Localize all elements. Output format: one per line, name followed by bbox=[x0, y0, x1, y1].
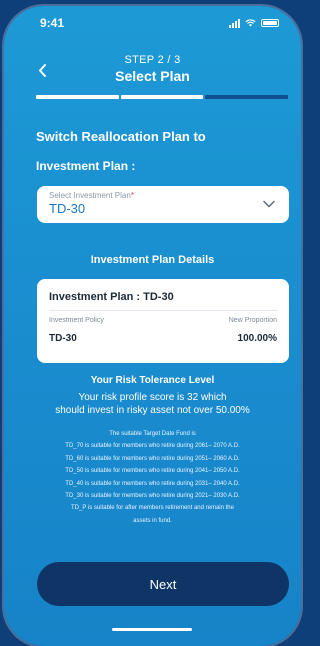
signal-icon bbox=[229, 18, 240, 28]
plan-label: Investment Plan : bbox=[36, 159, 136, 173]
step-indicator: STEP 2 / 3 bbox=[124, 54, 181, 66]
phone-screen: 9:41 STEP 2 / 3 Select Plan Switch Reall… bbox=[4, 6, 301, 646]
status-icons bbox=[229, 18, 279, 28]
plan-details-card: Investment Plan : TD-30 Investment Polic… bbox=[37, 279, 289, 363]
fund-info-line: The suitable Target Date Fund is bbox=[109, 431, 196, 437]
select-placeholder: Select Investment Plan* bbox=[49, 191, 277, 200]
proportion-value: 100.00% bbox=[237, 333, 277, 344]
fund-info-line: TD_30 is suitable for members who retire… bbox=[65, 493, 240, 500]
header: STEP 2 / 3 Select Plan bbox=[4, 54, 301, 84]
progress-step-1 bbox=[36, 95, 119, 99]
target-date-fund-info: The suitable Target Date Fund is TD_70 i… bbox=[14, 428, 291, 527]
status-bar: 9:41 bbox=[4, 6, 301, 40]
fund-info-line: TD_60 is suitable for members who retire… bbox=[65, 455, 240, 462]
chevron-down-icon bbox=[263, 200, 275, 208]
battery-icon bbox=[261, 19, 279, 27]
select-placeholder-text: Select Investment Plan bbox=[49, 191, 131, 200]
col-proportion: New Proportion bbox=[228, 317, 277, 324]
card-column-headers: Investment Policy New Proportion bbox=[49, 317, 277, 324]
risk-line-2: should invest in risky asset not over 50… bbox=[55, 405, 250, 416]
policy-value: TD-30 bbox=[49, 333, 77, 344]
col-policy: Investment Policy bbox=[49, 317, 104, 324]
fund-info-line: assets in fund. bbox=[133, 517, 172, 524]
progress-bar bbox=[36, 95, 289, 99]
wifi-icon bbox=[245, 19, 256, 27]
risk-title: Your Risk Tolerance Level bbox=[90, 375, 215, 386]
card-title: Investment Plan : TD-30 bbox=[49, 291, 174, 303]
section-title: Switch Reallocation Plan to bbox=[36, 129, 206, 144]
risk-line-1: Your risk profile score is 32 which bbox=[78, 392, 227, 403]
fund-info-line: TD_70 is suitable for members who retire… bbox=[65, 443, 240, 450]
card-divider bbox=[49, 310, 277, 311]
page-title: Select Plan bbox=[115, 68, 190, 84]
next-button[interactable]: Next bbox=[37, 562, 289, 606]
fund-info-line: TD_50 is suitable for members who retire… bbox=[65, 468, 240, 475]
required-mark: * bbox=[130, 191, 134, 200]
status-time: 9:41 bbox=[40, 16, 65, 30]
progress-step-3 bbox=[205, 95, 289, 99]
details-title: Investment Plan Details bbox=[90, 254, 215, 266]
select-value: TD-30 bbox=[49, 201, 86, 216]
fund-info-line: TD_40 is suitable for members who retire… bbox=[65, 480, 240, 487]
card-row: TD-30 100.00% bbox=[49, 333, 277, 344]
home-indicator[interactable] bbox=[112, 628, 192, 631]
progress-step-2 bbox=[120, 95, 204, 99]
fund-info-line: TD_P is suitable for after members retir… bbox=[71, 505, 234, 512]
risk-description: Your risk profile score is 32 which shou… bbox=[20, 391, 285, 417]
investment-plan-select[interactable]: Select Investment Plan* TD-30 bbox=[37, 186, 289, 223]
